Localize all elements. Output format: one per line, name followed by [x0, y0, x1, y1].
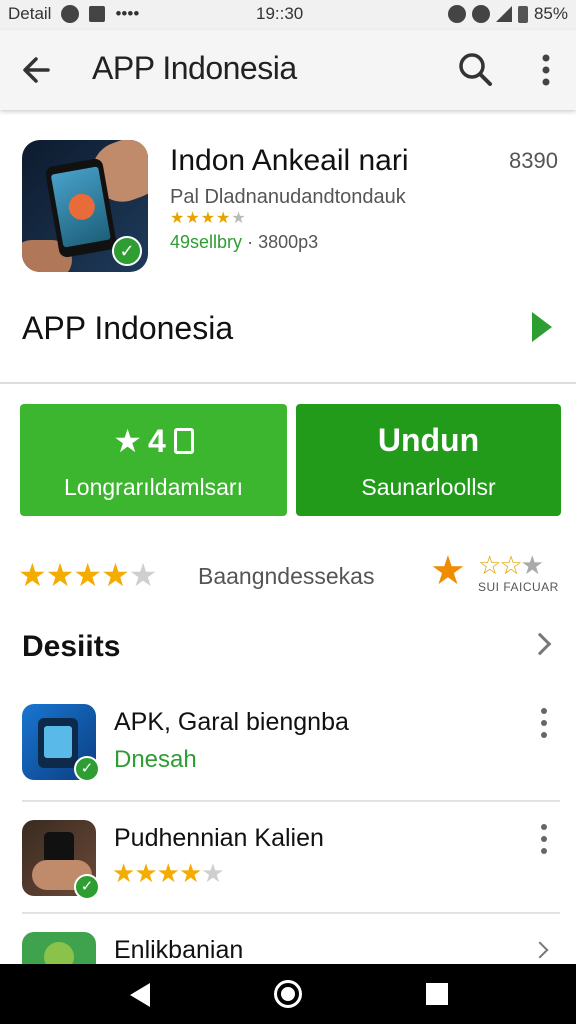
rate-button-label: Longrarıldamlsarı: [64, 474, 243, 500]
star-empty-icon: ★: [128, 557, 158, 593]
downloads-label: 49sellbry: [170, 232, 243, 252]
list-item-title: Pudhennian Kalien: [114, 824, 324, 852]
image-notification-icon: [89, 6, 106, 22]
star-outline-icon: ☆: [478, 550, 501, 580]
rating-stars: ★★★★★: [18, 556, 158, 594]
star-icon: ★: [216, 210, 232, 227]
phone-screen: [44, 726, 72, 758]
divider: [22, 912, 560, 914]
star-icon: ★: [170, 210, 186, 227]
nav-home-icon[interactable]: [274, 980, 302, 1008]
list-item-stars: ★★★★★: [112, 858, 225, 889]
android-graphic: [44, 942, 74, 964]
rate-button-top: ★ 4: [20, 422, 287, 460]
star-icon: ★: [134, 858, 157, 888]
downloads-count: 3800p3: [258, 232, 319, 252]
signal-icon: [495, 6, 512, 22]
list-item-title: Enlikbanian: [114, 936, 244, 964]
verified-check-icon: ✓: [112, 236, 142, 266]
star-icon: ★: [156, 858, 180, 888]
details-title: Desiits: [22, 630, 121, 663]
more-options-button[interactable]: [532, 50, 560, 90]
status-right: 85%: [447, 4, 568, 24]
star-empty-icon: ★: [231, 210, 247, 227]
rate-count: 4: [147, 422, 166, 459]
more-notifications-icon: ••••: [115, 4, 140, 23]
play-icon: [66, 191, 97, 222]
downloads-separator: ·: [247, 232, 254, 252]
navigation-bar: [0, 964, 576, 1024]
list-item-subtitle: Dnesah: [114, 746, 197, 773]
kebab-menu-icon: [542, 54, 550, 86]
battery-icon: [517, 5, 528, 23]
status-bar: Detail •••• 19::30 85%: [0, 0, 576, 30]
favorite-label: SUI FAICUAR: [478, 580, 559, 594]
app-icon[interactable]: ✓: [22, 140, 148, 272]
star-icon: ★: [200, 210, 217, 227]
item-menu-icon[interactable]: [540, 824, 548, 854]
rate-button[interactable]: ★ 4 Longrarıldamlsarı: [20, 404, 287, 516]
nav-back-icon[interactable]: [130, 983, 150, 1007]
chevron-right-icon[interactable]: [528, 632, 552, 656]
section-title: APP Indonesia: [22, 310, 234, 346]
divider: [22, 800, 560, 802]
list-app-icon: [22, 932, 96, 964]
phone-screen: [50, 166, 111, 248]
verified-check-icon: ✓: [74, 756, 100, 782]
rating-label: Baangndessekas: [198, 563, 375, 589]
chevron-right-icon[interactable]: [531, 941, 549, 959]
star-icon: ★: [73, 557, 102, 593]
star-outline-icon: ☆: [499, 550, 522, 580]
favorite-star-icon[interactable]: ★: [430, 548, 466, 594]
document-icon: [173, 428, 194, 454]
list-item[interactable]: Enlikbanian: [0, 924, 576, 964]
status-left: Detail ••••: [8, 4, 139, 24]
page-title: APP Indonesia: [92, 50, 297, 86]
star-icon: ★: [113, 423, 142, 459]
back-button[interactable]: [18, 50, 58, 90]
verified-check-icon: ✓: [74, 874, 100, 900]
star-icon: ★: [185, 210, 201, 227]
developer-name[interactable]: Pal Dladnanudandtondauk: [170, 186, 406, 209]
star-icon: ★: [112, 858, 135, 888]
alarm-icon: [447, 5, 466, 23]
item-menu-icon[interactable]: [540, 708, 548, 738]
search-icon: [459, 53, 492, 86]
star-empty-icon: ★: [520, 550, 544, 580]
star-icon: ★: [45, 557, 75, 593]
notification-icon: [61, 5, 80, 23]
eye-icon: [471, 5, 490, 23]
nav-recents-icon[interactable]: [426, 983, 448, 1005]
list-item-title: APK, Garal biengnba: [114, 708, 349, 736]
battery-percent: 85%: [533, 4, 568, 23]
install-button-label: Saunarloollsr: [361, 474, 496, 500]
status-app-label: Detail: [8, 4, 52, 23]
app-size: 8390: [509, 148, 558, 173]
mini-rating-stars: ★★★★★: [170, 208, 247, 228]
star-empty-icon: ★: [201, 858, 224, 888]
list-item[interactable]: ✓ Pudhennian Kalien ★★★★★: [0, 812, 576, 922]
downloads-line: 49sellbry · 3800p3: [170, 232, 318, 253]
app-name: Indon Ankeail nari: [170, 144, 409, 177]
star-icon: ★: [101, 557, 130, 593]
install-button[interactable]: Undun Saunarloollsr: [296, 404, 561, 516]
app-bar: APP Indonesia: [0, 30, 576, 110]
small-rating-stars: ☆☆★: [478, 550, 544, 581]
star-icon: ★: [18, 557, 47, 593]
install-button-title: Undun: [377, 422, 480, 458]
list-item[interactable]: ✓ APK, Garal biengnba Dnesah: [0, 696, 576, 806]
divider: [0, 382, 576, 384]
play-arrow-icon[interactable]: [532, 312, 552, 342]
search-button[interactable]: [456, 50, 496, 90]
status-time: 19::30: [256, 4, 304, 23]
star-icon: ★: [178, 858, 202, 888]
arrow-left-icon: [23, 57, 50, 83]
